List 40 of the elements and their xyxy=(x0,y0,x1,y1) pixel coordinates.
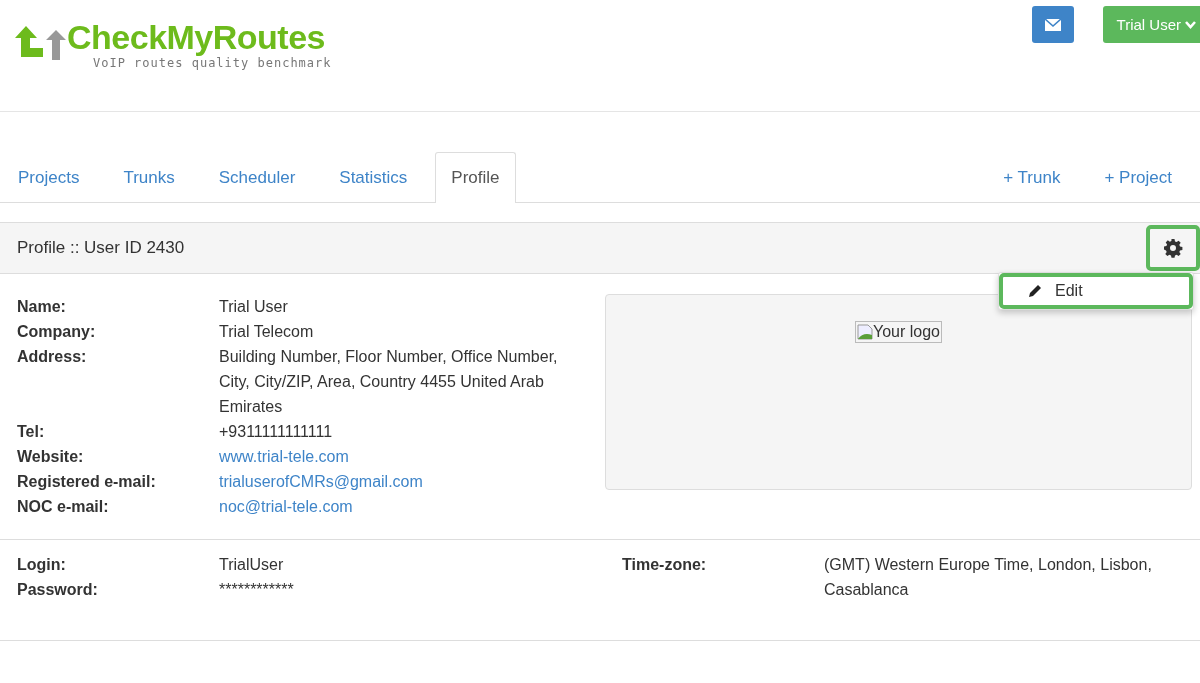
chevron-down-icon xyxy=(1185,20,1196,29)
field-link[interactable]: noc@trial-tele.com xyxy=(219,494,589,519)
nav-tab[interactable]: Profile xyxy=(435,152,516,203)
field-link[interactable]: www.trial-tele.com xyxy=(219,444,589,469)
envelope-icon xyxy=(1044,18,1061,31)
field-value: TrialUser xyxy=(219,555,285,575)
field-value: +9311111111111 xyxy=(219,422,334,442)
logo-alt-text: Your logo xyxy=(873,323,940,341)
panel-title: Profile :: User ID 2430 xyxy=(17,238,185,258)
add-link[interactable]: + Trunk xyxy=(987,152,1077,202)
field-label: Login: xyxy=(17,555,67,575)
field-value: Trial User xyxy=(219,297,289,317)
field-value: Building Number, Floor Number, Office Number, City, City/ZIP, Area, Country 4455 United Arab Emirates xyxy=(219,347,559,417)
messages-button[interactable] xyxy=(1031,6,1074,43)
nav-tab[interactable]: Statistics xyxy=(323,152,424,202)
settings-icon xyxy=(1163,238,1183,258)
field-label: Registered e-mail: xyxy=(17,472,157,492)
field-label: Password: xyxy=(17,580,99,600)
nav-tab[interactable]: Projects xyxy=(2,152,96,202)
field-value: ************ xyxy=(219,580,295,600)
field-value: Trial Telecom xyxy=(219,322,315,342)
logo-tagline: VoIP routes quality benchmark xyxy=(93,56,332,70)
field-label: NOC e-mail: xyxy=(17,497,110,517)
field-label: Time-zone: xyxy=(622,555,708,575)
nav-tab[interactable]: Scheduler xyxy=(202,152,312,202)
user-menu-button[interactable]: Trial User xyxy=(1102,6,1200,43)
field-label: Name: xyxy=(17,297,67,317)
field-label: Website: xyxy=(17,447,85,467)
arrows-logo-icon xyxy=(13,24,69,60)
field-link[interactable]: trialuserofCMRs@gmail.com xyxy=(219,469,589,494)
field-value: (GMT) Western Europe Time, London, Lisbon, Casablanca xyxy=(824,555,1153,600)
field-label: Company: xyxy=(17,322,97,342)
nav-tab[interactable]: Trunks xyxy=(107,152,191,202)
pencil-icon xyxy=(1027,283,1043,299)
field-label: Tel: xyxy=(17,422,46,442)
field-label: Address: xyxy=(17,347,88,367)
broken-image-icon xyxy=(857,324,873,340)
add-link[interactable]: + Project xyxy=(1088,152,1188,202)
logo-name: CheckMyRoutes xyxy=(67,18,326,56)
edit-menu-item[interactable]: Edit xyxy=(999,273,1193,309)
